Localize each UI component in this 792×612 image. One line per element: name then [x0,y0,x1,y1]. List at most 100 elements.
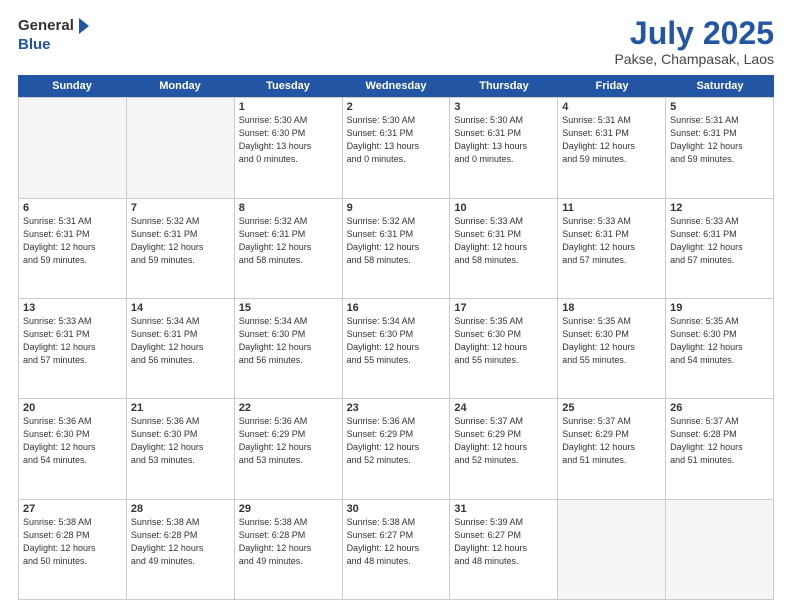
calendar-cell: 27 Sunrise: 5:38 AM Sunset: 6:28 PM Dayl… [19,500,127,599]
header: General Blue July 2025 Pakse, Champasak,… [18,16,774,67]
cell-info: Sunrise: 5:32 AM Sunset: 6:31 PM Dayligh… [239,215,338,267]
calendar: Sunday Monday Tuesday Wednesday Thursday… [18,75,774,600]
day-number: 26 [670,402,769,414]
day-number: 25 [562,402,661,414]
calendar-row: 13 Sunrise: 5:33 AM Sunset: 6:31 PM Dayl… [19,299,774,399]
cell-info: Sunrise: 5:35 AM Sunset: 6:30 PM Dayligh… [454,315,553,367]
day-number: 14 [131,302,230,314]
cell-info: Sunrise: 5:36 AM Sunset: 6:30 PM Dayligh… [131,415,230,467]
cell-info: Sunrise: 5:37 AM Sunset: 6:29 PM Dayligh… [454,415,553,467]
calendar-cell: 11 Sunrise: 5:33 AM Sunset: 6:31 PM Dayl… [558,199,666,298]
logo: General Blue [18,16,92,54]
calendar-cell: 3 Sunrise: 5:30 AM Sunset: 6:31 PM Dayli… [450,98,558,197]
cell-info: Sunrise: 5:31 AM Sunset: 6:31 PM Dayligh… [23,215,122,267]
day-number: 17 [454,302,553,314]
logo-text: General Blue [18,16,92,54]
day-number: 20 [23,402,122,414]
cell-info: Sunrise: 5:32 AM Sunset: 6:31 PM Dayligh… [347,215,446,267]
calendar-cell: 28 Sunrise: 5:38 AM Sunset: 6:28 PM Dayl… [127,500,235,599]
cell-info: Sunrise: 5:38 AM Sunset: 6:27 PM Dayligh… [347,516,446,568]
header-sunday: Sunday [18,75,126,97]
cell-info: Sunrise: 5:34 AM Sunset: 6:30 PM Dayligh… [347,315,446,367]
day-number: 22 [239,402,338,414]
calendar-cell: 6 Sunrise: 5:31 AM Sunset: 6:31 PM Dayli… [19,199,127,298]
header-friday: Friday [558,75,666,97]
cell-info: Sunrise: 5:35 AM Sunset: 6:30 PM Dayligh… [670,315,769,367]
cell-info: Sunrise: 5:36 AM Sunset: 6:29 PM Dayligh… [347,415,446,467]
day-number: 13 [23,302,122,314]
calendar-cell: 22 Sunrise: 5:36 AM Sunset: 6:29 PM Dayl… [235,399,343,498]
cell-info: Sunrise: 5:38 AM Sunset: 6:28 PM Dayligh… [239,516,338,568]
cell-info: Sunrise: 5:38 AM Sunset: 6:28 PM Dayligh… [131,516,230,568]
calendar-cell: 29 Sunrise: 5:38 AM Sunset: 6:28 PM Dayl… [235,500,343,599]
month-title: July 2025 [614,16,774,51]
day-number: 12 [670,202,769,214]
calendar-cell [127,98,235,197]
cell-info: Sunrise: 5:37 AM Sunset: 6:29 PM Dayligh… [562,415,661,467]
day-number: 16 [347,302,446,314]
cell-info: Sunrise: 5:35 AM Sunset: 6:30 PM Dayligh… [562,315,661,367]
day-number: 10 [454,202,553,214]
cell-info: Sunrise: 5:39 AM Sunset: 6:27 PM Dayligh… [454,516,553,568]
calendar-cell: 21 Sunrise: 5:36 AM Sunset: 6:30 PM Dayl… [127,399,235,498]
cell-info: Sunrise: 5:33 AM Sunset: 6:31 PM Dayligh… [670,215,769,267]
cell-info: Sunrise: 5:30 AM Sunset: 6:30 PM Dayligh… [239,114,338,166]
cell-info: Sunrise: 5:38 AM Sunset: 6:28 PM Dayligh… [23,516,122,568]
day-number: 19 [670,302,769,314]
calendar-cell: 17 Sunrise: 5:35 AM Sunset: 6:30 PM Dayl… [450,299,558,398]
calendar-cell: 26 Sunrise: 5:37 AM Sunset: 6:28 PM Dayl… [666,399,774,498]
day-number: 15 [239,302,338,314]
cell-info: Sunrise: 5:32 AM Sunset: 6:31 PM Dayligh… [131,215,230,267]
calendar-body: 1 Sunrise: 5:30 AM Sunset: 6:30 PM Dayli… [18,97,774,600]
cell-info: Sunrise: 5:30 AM Sunset: 6:31 PM Dayligh… [454,114,553,166]
calendar-cell: 8 Sunrise: 5:32 AM Sunset: 6:31 PM Dayli… [235,199,343,298]
calendar-cell: 15 Sunrise: 5:34 AM Sunset: 6:30 PM Dayl… [235,299,343,398]
day-number: 4 [562,101,661,113]
logo-blue: Blue [18,36,51,53]
calendar-row: 1 Sunrise: 5:30 AM Sunset: 6:30 PM Dayli… [19,98,774,198]
cell-info: Sunrise: 5:31 AM Sunset: 6:31 PM Dayligh… [670,114,769,166]
day-number: 3 [454,101,553,113]
day-number: 9 [347,202,446,214]
day-number: 8 [239,202,338,214]
header-wednesday: Wednesday [342,75,450,97]
day-number: 6 [23,202,122,214]
cell-info: Sunrise: 5:33 AM Sunset: 6:31 PM Dayligh… [23,315,122,367]
calendar-cell: 13 Sunrise: 5:33 AM Sunset: 6:31 PM Dayl… [19,299,127,398]
day-number: 28 [131,503,230,515]
cell-info: Sunrise: 5:33 AM Sunset: 6:31 PM Dayligh… [562,215,661,267]
calendar-cell: 30 Sunrise: 5:38 AM Sunset: 6:27 PM Dayl… [343,500,451,599]
calendar-cell: 25 Sunrise: 5:37 AM Sunset: 6:29 PM Dayl… [558,399,666,498]
calendar-cell: 4 Sunrise: 5:31 AM Sunset: 6:31 PM Dayli… [558,98,666,197]
day-number: 31 [454,503,553,515]
calendar-row: 6 Sunrise: 5:31 AM Sunset: 6:31 PM Dayli… [19,199,774,299]
calendar-cell: 24 Sunrise: 5:37 AM Sunset: 6:29 PM Dayl… [450,399,558,498]
title-block: July 2025 Pakse, Champasak, Laos [614,16,774,67]
day-number: 2 [347,101,446,113]
logo-arrow-icon [79,18,89,34]
calendar-cell: 5 Sunrise: 5:31 AM Sunset: 6:31 PM Dayli… [666,98,774,197]
calendar-row: 20 Sunrise: 5:36 AM Sunset: 6:30 PM Dayl… [19,399,774,499]
day-number: 29 [239,503,338,515]
calendar-cell [558,500,666,599]
day-number: 11 [562,202,661,214]
cell-info: Sunrise: 5:34 AM Sunset: 6:31 PM Dayligh… [131,315,230,367]
cell-info: Sunrise: 5:37 AM Sunset: 6:28 PM Dayligh… [670,415,769,467]
calendar-cell: 10 Sunrise: 5:33 AM Sunset: 6:31 PM Dayl… [450,199,558,298]
calendar-cell: 20 Sunrise: 5:36 AM Sunset: 6:30 PM Dayl… [19,399,127,498]
calendar-header: Sunday Monday Tuesday Wednesday Thursday… [18,75,774,97]
day-number: 27 [23,503,122,515]
header-tuesday: Tuesday [234,75,342,97]
cell-info: Sunrise: 5:33 AM Sunset: 6:31 PM Dayligh… [454,215,553,267]
day-number: 18 [562,302,661,314]
cell-info: Sunrise: 5:36 AM Sunset: 6:29 PM Dayligh… [239,415,338,467]
calendar-cell: 12 Sunrise: 5:33 AM Sunset: 6:31 PM Dayl… [666,199,774,298]
calendar-cell: 7 Sunrise: 5:32 AM Sunset: 6:31 PM Dayli… [127,199,235,298]
header-monday: Monday [126,75,234,97]
day-number: 23 [347,402,446,414]
day-number: 7 [131,202,230,214]
cell-info: Sunrise: 5:30 AM Sunset: 6:31 PM Dayligh… [347,114,446,166]
calendar-cell: 1 Sunrise: 5:30 AM Sunset: 6:30 PM Dayli… [235,98,343,197]
day-number: 21 [131,402,230,414]
calendar-cell: 19 Sunrise: 5:35 AM Sunset: 6:30 PM Dayl… [666,299,774,398]
